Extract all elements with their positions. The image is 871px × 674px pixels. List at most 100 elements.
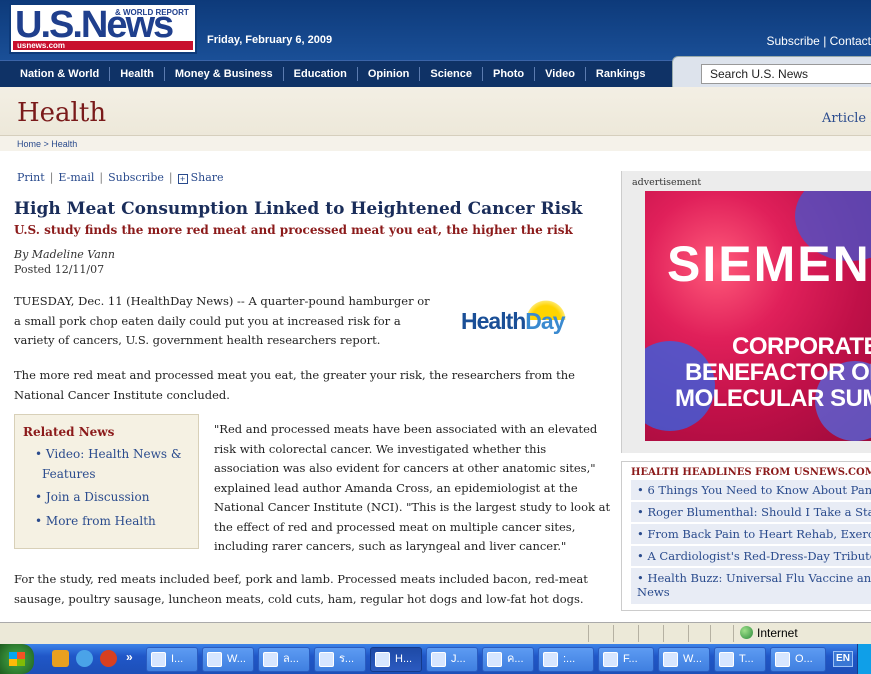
article-paragraph: For the study, red meats included beef, …	[14, 572, 588, 606]
taskbar-button[interactable]: T...	[714, 647, 766, 672]
headline-item[interactable]: • Health Buzz: Universal Flu Vaccine and…	[631, 568, 871, 604]
download-icon[interactable]	[52, 650, 69, 667]
headline-link[interactable]: Health Buzz: Universal Flu Vaccine and N…	[637, 571, 871, 599]
headline-link[interactable]: A Cardiologist's Red-Dress-Day Tribute	[647, 549, 871, 563]
subscribe-tool-link[interactable]: Subscribe	[108, 171, 164, 184]
task-label: O...	[795, 653, 813, 665]
nav-item-science[interactable]: Science	[420, 67, 483, 81]
nav-item-education[interactable]: Education	[284, 67, 358, 81]
email-link[interactable]: E-mail	[58, 171, 94, 184]
subscribe-link[interactable]: Subscribe	[766, 34, 819, 48]
globe-icon	[740, 626, 753, 639]
nav-item-health[interactable]: Health	[110, 67, 165, 81]
nav-item-money-business[interactable]: Money & Business	[165, 67, 284, 81]
media-icon[interactable]	[100, 650, 117, 667]
app-icon	[263, 652, 278, 667]
app-icon	[775, 652, 790, 667]
chevron-icon[interactable]: »	[126, 650, 133, 664]
headline-item[interactable]: • 6 Things You Need to Know About Panc	[631, 480, 871, 500]
task-label: ร...	[339, 653, 355, 665]
app-icon	[375, 652, 390, 667]
app-icon	[431, 652, 446, 667]
healthday-logo: HealthDay	[461, 296, 601, 344]
byline: By Madeline Vann	[14, 248, 115, 261]
related-news-link[interactable]: Join a Discussion	[46, 490, 150, 504]
security-zone[interactable]: Internet	[740, 626, 798, 640]
taskbar-button[interactable]: W...	[658, 647, 710, 672]
browser-status-bar: Internet	[0, 622, 871, 644]
share-link[interactable]: Share	[191, 171, 224, 184]
section-title: Health	[17, 98, 107, 128]
taskbar-button[interactable]: ค...	[482, 647, 534, 672]
healthday-wordmark: HealthDay	[461, 308, 566, 334]
divider: |	[99, 171, 104, 184]
language-indicator[interactable]: EN	[833, 651, 853, 667]
ad-line: CORPORATE	[732, 333, 871, 360]
status-cell	[613, 625, 614, 642]
task-label: H...	[395, 653, 413, 665]
taskbar-button[interactable]: I...	[146, 647, 198, 672]
nav-item-nation-world[interactable]: Nation & World	[10, 67, 111, 81]
nav-item-rankings[interactable]: Rankings	[586, 67, 656, 81]
app-icon	[663, 652, 678, 667]
article-paragraph: TUESDAY, Dec. 11 (HealthDay News) -- A q…	[14, 294, 430, 347]
headline-item[interactable]: • From Back Pain to Heart Rehab, Exerci	[631, 524, 871, 544]
status-cell	[588, 625, 589, 642]
article-tools: Print | E-mail | Subscribe | + Share	[17, 171, 224, 184]
related-news-item[interactable]: • More from Health	[23, 512, 190, 532]
contact-link[interactable]: Contact	[830, 34, 871, 48]
system-tray[interactable]	[857, 644, 871, 674]
taskbar-button[interactable]: F...	[598, 647, 654, 672]
article-subhead: U.S. study finds the more red meat and p…	[14, 223, 573, 237]
app-icon	[151, 652, 166, 667]
current-date: Friday, February 6, 2009	[207, 34, 333, 46]
related-news-item[interactable]: • Video: Health News & Features	[23, 445, 190, 484]
headline-item[interactable]: • A Cardiologist's Red-Dress-Day Tribute	[631, 546, 871, 566]
ad-line: BENEFACTOR OF T	[685, 359, 871, 386]
taskbar-button[interactable]: ร...	[314, 647, 366, 672]
taskbar-button[interactable]: W...	[202, 647, 254, 672]
siemens-ad-banner[interactable]: SIEMEN CORPORATE BENEFACTOR OF T MOLECUL…	[645, 191, 871, 441]
task-label: I...	[171, 653, 184, 665]
taskbar-button-active[interactable]: H...	[370, 647, 422, 672]
top-links: Subscribe | Contact	[766, 34, 871, 48]
related-news-link[interactable]: Video: Health News & Features	[42, 447, 182, 481]
article-index-link[interactable]: Article In	[822, 111, 871, 126]
status-cell	[638, 625, 639, 642]
nav-item-video[interactable]: Video	[535, 67, 586, 81]
masthead: U.S.News & WORLD REPORT usnews.com Frida…	[0, 0, 871, 60]
usnews-logo[interactable]: U.S.News & WORLD REPORT usnews.com	[9, 3, 197, 54]
related-news-item[interactable]: • Join a Discussion	[23, 488, 190, 508]
breadcrumb[interactable]: Home > Health	[0, 135, 871, 151]
nav-item-opinion[interactable]: Opinion	[358, 67, 421, 81]
search-input[interactable]	[701, 64, 871, 84]
app-icon	[719, 652, 734, 667]
app-icon	[207, 652, 222, 667]
print-link[interactable]: Print	[17, 171, 45, 184]
task-label: W...	[683, 653, 702, 665]
related-news-link[interactable]: More from Health	[46, 514, 156, 528]
taskbar-button[interactable]: J...	[426, 647, 478, 672]
headline-item[interactable]: • Roger Blumenthal: Should I Take a Stat	[631, 502, 871, 522]
headline-link[interactable]: From Back Pain to Heart Rehab, Exerci	[647, 527, 871, 541]
app-icon	[603, 652, 618, 667]
start-button[interactable]	[0, 644, 34, 674]
ad-brand: SIEMEN	[667, 236, 871, 292]
headline-link[interactable]: 6 Things You Need to Know About Panc	[647, 483, 871, 497]
posted-date: Posted 12/11/07	[14, 263, 105, 276]
task-label: ล...	[283, 653, 299, 665]
ie-icon[interactable]	[76, 650, 93, 667]
status-cell	[710, 625, 711, 642]
divider: |	[49, 171, 54, 184]
headline-link[interactable]: Roger Blumenthal: Should I Take a Stat	[647, 505, 871, 519]
app-icon	[487, 652, 502, 667]
taskbar-button[interactable]: :...	[538, 647, 594, 672]
status-cell	[663, 625, 664, 642]
ad-column: advertisement SIEMEN CORPORATE BENEFACTO…	[621, 171, 871, 453]
plus-icon[interactable]: +	[177, 174, 188, 184]
article-paragraph: The more red meat and processed meat you…	[14, 368, 575, 402]
status-cell	[688, 625, 689, 642]
nav-item-photo[interactable]: Photo	[483, 67, 536, 81]
taskbar-button[interactable]: ล...	[258, 647, 310, 672]
taskbar-button[interactable]: O...	[770, 647, 826, 672]
